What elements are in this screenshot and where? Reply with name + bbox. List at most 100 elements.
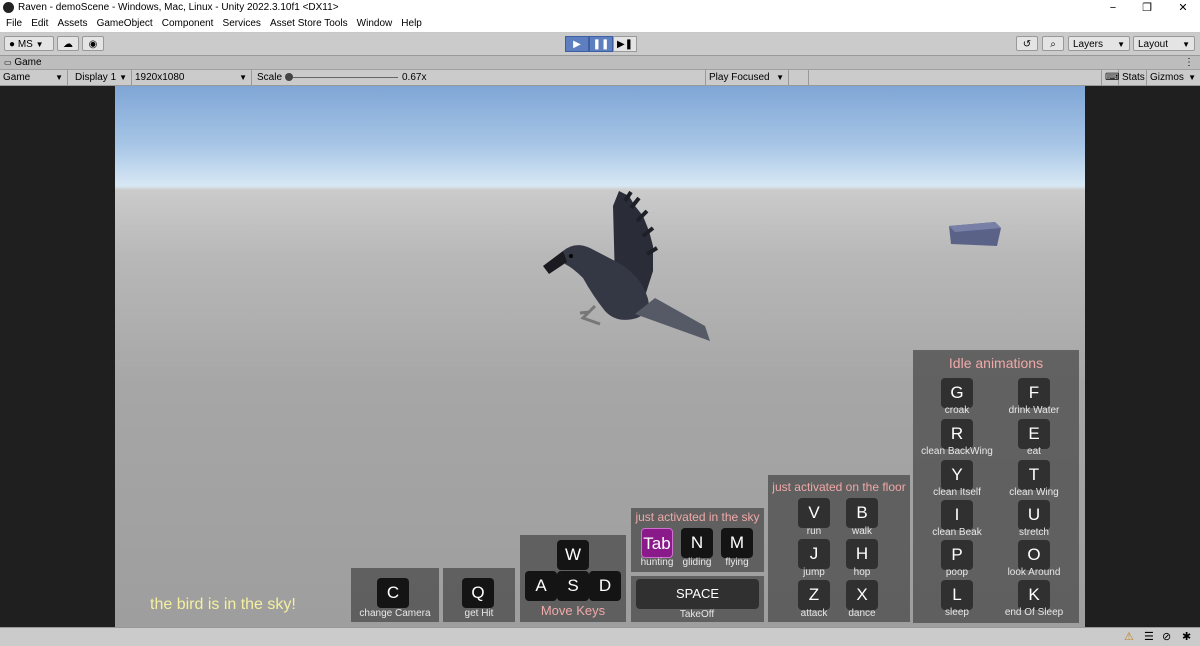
- layers-label: Layers: [1073, 39, 1104, 50]
- key-y[interactable]: Y: [941, 460, 973, 490]
- key-h[interactable]: H: [846, 539, 878, 569]
- menu-help[interactable]: Help: [401, 16, 422, 29]
- key-t[interactable]: T: [1018, 460, 1050, 490]
- layers-dropdown[interactable]: Layers ▼: [1068, 36, 1130, 51]
- key-g[interactable]: G: [941, 378, 973, 408]
- menu-window[interactable]: Window: [357, 16, 393, 29]
- menu-file[interactable]: File: [6, 16, 22, 29]
- bug-icon[interactable]: ✱: [1182, 630, 1191, 643]
- gamepad-icon: ▭: [4, 58, 12, 67]
- step-button[interactable]: ▶❚: [613, 36, 637, 52]
- walk-label: walk: [851, 526, 872, 537]
- keyboard-button[interactable]: ⌨: [1101, 70, 1119, 85]
- mute-button[interactable]: [789, 70, 809, 85]
- resolution-dropdown[interactable]: 1920x1080 ▼: [132, 70, 252, 85]
- stack-icon[interactable]: ☰: [1144, 630, 1154, 643]
- chevron-down-icon: ▼: [1182, 40, 1190, 49]
- clean-itself-label: clean Itself: [933, 487, 981, 498]
- key-a[interactable]: A: [525, 571, 557, 601]
- key-p[interactable]: P: [941, 540, 973, 570]
- menu-asset-store-tools[interactable]: Asset Store Tools: [270, 16, 348, 29]
- drink-water-label: drink Water: [1008, 405, 1060, 416]
- tab-game[interactable]: ▭ Game: [4, 56, 42, 69]
- flying-label: flying: [725, 557, 749, 568]
- menu-gameobject[interactable]: GameObject: [97, 16, 153, 29]
- maximize-button[interactable]: ❐: [1132, 1, 1162, 15]
- space-panel: SPACE TakeOff: [631, 576, 764, 622]
- display-dropdown[interactable]: Display 1 ▼: [72, 70, 132, 85]
- cloud-button[interactable]: ☁: [57, 36, 79, 51]
- minimize-button[interactable]: −: [1098, 1, 1128, 15]
- key-space[interactable]: SPACE: [636, 579, 759, 609]
- hit-panel: Q get Hit: [443, 568, 515, 622]
- close-button[interactable]: ✕: [1168, 1, 1198, 15]
- play-button[interactable]: ▶: [565, 36, 589, 52]
- view-dropdown[interactable]: Game ▼: [0, 70, 68, 85]
- menu-component[interactable]: Component: [162, 16, 214, 29]
- key-b[interactable]: B: [846, 498, 878, 528]
- scale-slider-handle[interactable]: [285, 73, 293, 81]
- tab-game-label: Game: [14, 57, 42, 68]
- takeoff-label: TakeOff: [679, 609, 715, 620]
- menu-assets[interactable]: Assets: [57, 16, 87, 29]
- floor-panel: just activated on the floor V B run walk…: [768, 475, 910, 622]
- key-tab[interactable]: Tab: [641, 528, 673, 558]
- key-v[interactable]: V: [798, 498, 830, 528]
- scale-slider-track[interactable]: [290, 77, 398, 78]
- collab-button[interactable]: ◉: [82, 36, 104, 51]
- distant-box: [949, 222, 1001, 246]
- scale-label: Scale: [257, 72, 283, 83]
- stats-button[interactable]: Stats: [1119, 70, 1147, 85]
- history-button[interactable]: ↺: [1016, 36, 1038, 51]
- pause-button[interactable]: ❚❚: [589, 36, 613, 52]
- search-button[interactable]: ⌕: [1042, 36, 1064, 51]
- chevron-down-icon: ▼: [119, 73, 127, 82]
- sky-panel: just activated in the sky Tab N M huntin…: [631, 508, 764, 572]
- warning-icon[interactable]: ⚠: [1124, 630, 1134, 643]
- display-label: Display 1: [75, 72, 117, 83]
- look-around-label: look Around: [1007, 567, 1061, 578]
- play-mode-dropdown[interactable]: Play Focused ▼: [705, 70, 789, 85]
- key-f[interactable]: F: [1018, 378, 1050, 408]
- key-c[interactable]: C: [377, 578, 409, 608]
- key-k[interactable]: K: [1018, 580, 1050, 610]
- key-q[interactable]: Q: [462, 578, 494, 608]
- game-tab-bar: ▭ Game ⋮: [0, 56, 1200, 70]
- camera-label: change Camera: [359, 608, 431, 619]
- main-toolbar: ● MS ▼ ☁ ◉ ▶ ❚❚ ▶❚ ↺ ⌕ Layers ▼ Layout ▼: [0, 33, 1200, 56]
- camera-panel: C change Camera: [351, 568, 439, 622]
- keyboard-icon: ⌨: [1105, 72, 1120, 83]
- key-i[interactable]: I: [941, 500, 973, 530]
- key-j[interactable]: J: [798, 539, 830, 569]
- menu-edit[interactable]: Edit: [31, 16, 48, 29]
- tab-menu-icon[interactable]: ⋮: [1184, 56, 1194, 69]
- game-viewport[interactable]: the bird is in the sky! C change Camera …: [115, 86, 1085, 627]
- key-m[interactable]: M: [721, 528, 753, 558]
- key-z[interactable]: Z: [798, 580, 830, 610]
- key-x[interactable]: X: [846, 580, 878, 610]
- key-d[interactable]: D: [589, 571, 621, 601]
- menu-services[interactable]: Services: [223, 16, 261, 29]
- key-u[interactable]: U: [1018, 500, 1050, 530]
- key-o[interactable]: O: [1018, 540, 1050, 570]
- key-r[interactable]: R: [941, 419, 973, 449]
- menu-bar: File Edit Assets GameObject Component Se…: [0, 16, 1200, 32]
- view-label: Game: [3, 72, 31, 83]
- account-label: MS: [17, 39, 33, 50]
- unity-logo-icon: [3, 2, 14, 13]
- end-of-sleep-label: end Of Sleep: [1004, 607, 1064, 618]
- layout-dropdown[interactable]: Layout ▼: [1133, 36, 1195, 51]
- sky-panel-title: just activated in the sky: [635, 510, 760, 524]
- key-e[interactable]: E: [1018, 419, 1050, 449]
- chevron-down-icon: ▼: [239, 73, 247, 82]
- key-w[interactable]: W: [557, 540, 589, 570]
- bird-status-text: the bird is in the sky!: [150, 596, 296, 613]
- key-l[interactable]: L: [941, 580, 973, 610]
- play-mode-label: Play Focused: [709, 72, 770, 83]
- gizmos-dropdown[interactable]: Gizmos ▼: [1147, 70, 1200, 85]
- account-dropdown[interactable]: ● MS ▼: [4, 36, 54, 51]
- key-n[interactable]: N: [681, 528, 713, 558]
- no-entry-icon[interactable]: ⊘: [1162, 630, 1171, 643]
- layout-label: Layout: [1138, 39, 1169, 50]
- key-s[interactable]: S: [557, 571, 589, 601]
